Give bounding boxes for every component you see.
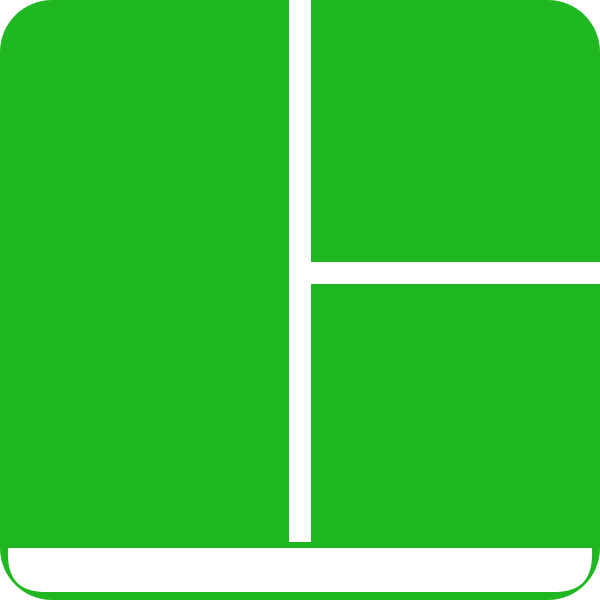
horizontal-divider [311,262,600,284]
split-panel-layout-icon [0,0,600,600]
bottom-strip [8,548,592,592]
vertical-divider [289,0,311,542]
layout-icon-graphic [0,0,600,600]
